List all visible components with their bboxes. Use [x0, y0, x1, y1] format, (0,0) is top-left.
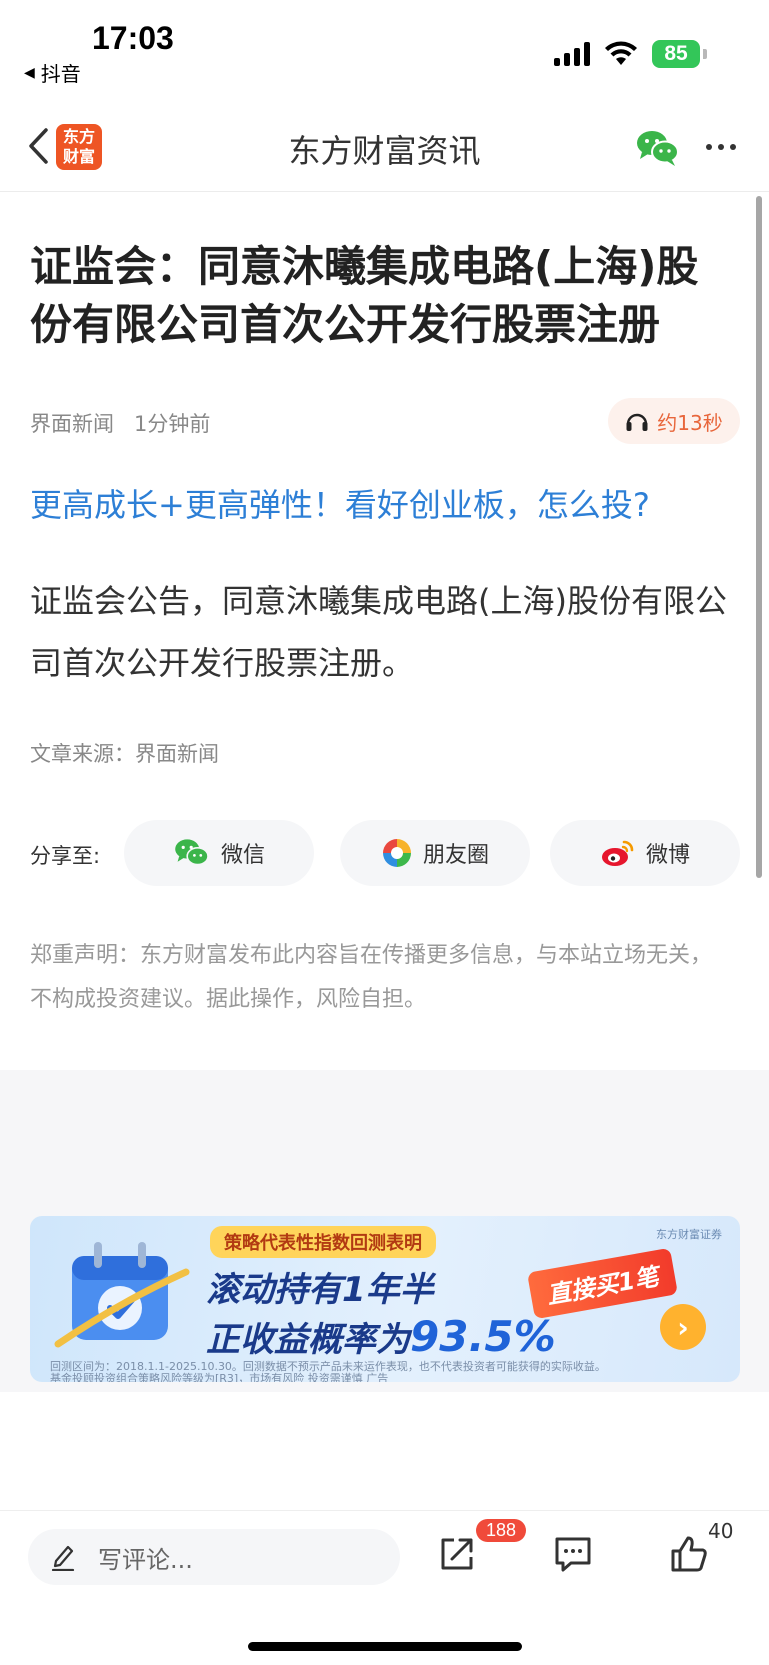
- app-logo: 东方 财富: [56, 124, 102, 170]
- headphones-icon: [626, 413, 648, 431]
- comment-bubble-icon: [555, 1537, 591, 1572]
- back-to-app-link[interactable]: ◀ 抖音: [24, 58, 81, 87]
- like-count: 40: [708, 1519, 734, 1543]
- share-weibo-button[interactable]: 微博: [550, 820, 740, 886]
- pencil-icon: [51, 1545, 75, 1571]
- share-moments-button[interactable]: 朋友圈: [340, 820, 530, 886]
- calendar-icon: [54, 1242, 190, 1348]
- share-label: 分享至:: [30, 844, 101, 868]
- listen-button[interactable]: 约13秒: [608, 398, 740, 444]
- share-count-badge: 188: [476, 1519, 527, 1542]
- disclaimer-text: 郑重声明：东方财富发布此内容旨在传播更多信息，与本站立场无关，不构成投资建议。据…: [30, 943, 713, 1012]
- comment-input[interactable]: 写评论...: [28, 1529, 400, 1585]
- banner-brand: 东方财富证券: [656, 1228, 722, 1241]
- scrollbar[interactable]: [756, 196, 762, 878]
- share-out-icon: [441, 1538, 473, 1570]
- cellular-signal-icon: [554, 42, 590, 66]
- wechat-icon: [175, 839, 209, 866]
- article-title: 证监会：同意沐曦集成电路(上海)股份有限公司首次公开发行股票注册: [30, 242, 699, 349]
- thumbs-up-icon: [671, 1536, 707, 1572]
- promo-link[interactable]: 更高成长+更高弹性！看好创业板，怎么投?: [30, 480, 650, 526]
- like-button[interactable]: [664, 1529, 714, 1579]
- status-bar: 17:03 ◀ 抖音 85: [0, 0, 769, 100]
- share-action-button[interactable]: [432, 1529, 482, 1579]
- banner-headline-1: 滚动持有1年半: [206, 1270, 434, 1310]
- status-time: 17:03: [92, 20, 174, 56]
- status-indicators: 85: [554, 40, 707, 68]
- comments-button[interactable]: [548, 1529, 598, 1579]
- share-weibo-label: 微博: [645, 843, 690, 868]
- back-button[interactable]: [16, 122, 60, 170]
- chevron-right-icon[interactable]: ›: [660, 1304, 706, 1350]
- wifi-icon: [605, 41, 637, 65]
- article-time: 1分钟前: [134, 412, 211, 436]
- share-wechat-label: 微信: [220, 843, 265, 868]
- back-app-label: 抖音: [40, 62, 81, 86]
- section-divider: [0, 1070, 769, 1202]
- banner-fine-print-2: 基金投顾投资组合策略风险等级为[R3]，市场有风险 投资需谨慎 广告: [50, 1372, 389, 1382]
- share-wechat-button[interactable]: 微信: [124, 820, 314, 886]
- chevron-left-icon: [29, 128, 48, 164]
- banner-headline-2: 正收益概率为93.5%: [206, 1312, 556, 1361]
- article-meta: 界面新闻 1分钟前: [30, 408, 210, 438]
- article-source-line: 文章来源：界面新闻: [30, 742, 219, 766]
- moments-icon: [382, 839, 411, 867]
- nav-bar: 东方财富资讯 东方 财富: [0, 100, 769, 192]
- comment-placeholder: 写评论...: [98, 1545, 193, 1574]
- home-indicator[interactable]: [248, 1642, 522, 1651]
- banner-tag: 策略代表性指数回测表明: [210, 1226, 436, 1258]
- article-source: 界面新闻: [30, 412, 114, 436]
- battery-indicator: 85: [652, 40, 707, 68]
- more-dots-icon: [706, 144, 712, 150]
- weibo-icon: [601, 840, 634, 866]
- back-triangle-icon: ◀: [24, 64, 35, 81]
- ad-banner-section: 策略代表性指数回测表明 东方财富证券 滚动持有1年半 正收益概率为93.5% 直…: [0, 1202, 769, 1392]
- banner-cta-label: 直接买1笔: [527, 1247, 678, 1320]
- wechat-icon: [637, 131, 679, 166]
- banner-percentage: 93.5%: [410, 1312, 556, 1361]
- share-row: 分享至: 微信 朋友圈 微博: [30, 820, 740, 886]
- listen-duration: 约13秒: [657, 410, 723, 435]
- more-options-button[interactable]: [706, 144, 736, 150]
- ad-banner[interactable]: 策略代表性指数回测表明 东方财富证券 滚动持有1年半 正收益概率为93.5% 直…: [30, 1216, 740, 1382]
- share-moments-label: 朋友圈: [422, 843, 489, 868]
- battery-level: 85: [652, 40, 700, 68]
- article-body: 证监会公告，同意沐曦集成电路(上海)股份有限公司首次公开发行股票注册。: [30, 582, 727, 682]
- wechat-share-button[interactable]: [636, 128, 680, 168]
